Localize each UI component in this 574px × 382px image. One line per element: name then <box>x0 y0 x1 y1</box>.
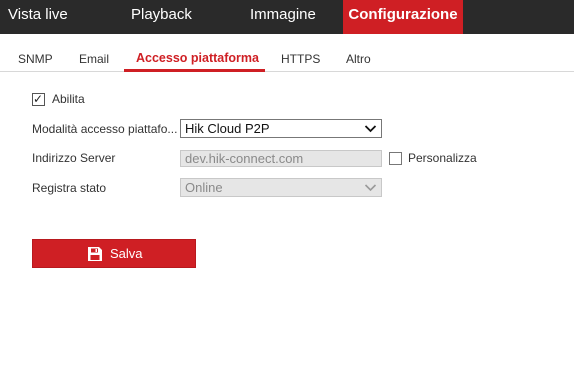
register-status-label: Registra stato <box>32 181 107 195</box>
customize-label: Personalizza <box>408 151 477 165</box>
active-tab-indicator <box>124 69 265 72</box>
access-mode-select[interactable]: Hik Cloud P2P <box>180 119 382 138</box>
save-button-label: Salva <box>110 246 143 261</box>
tab-accesso-piattaforma[interactable]: Accesso piattaforma <box>136 51 259 65</box>
register-status-select: Online <box>180 178 382 197</box>
tab-email[interactable]: Email <box>79 52 109 66</box>
nav-configurazione[interactable]: Configurazione <box>343 0 463 34</box>
chevron-down-icon <box>364 125 377 133</box>
server-address-field: dev.hik-connect.com <box>180 150 382 167</box>
nav-vista-live[interactable]: Vista live <box>8 0 68 34</box>
enable-label: Abilita <box>52 92 85 106</box>
checkmark-icon: ✓ <box>33 92 44 106</box>
tab-https[interactable]: HTTPS <box>281 52 320 66</box>
chevron-down-icon <box>364 184 377 192</box>
subtab-bar: SNMP Email Accesso piattaforma HTTPS Alt… <box>0 34 574 72</box>
access-mode-value: Hik Cloud P2P <box>185 121 270 136</box>
server-address-value: dev.hik-connect.com <box>185 151 304 166</box>
server-address-label: Indirizzo Server <box>32 151 116 165</box>
register-status-value: Online <box>185 180 223 195</box>
top-navigation-bar: Vista live Playback Immagine Configurazi… <box>0 0 574 34</box>
enable-checkbox[interactable]: ✓ <box>32 92 45 106</box>
save-icon <box>88 247 102 261</box>
save-button[interactable]: Salva <box>32 239 196 268</box>
tab-snmp[interactable]: SNMP <box>18 52 53 66</box>
customize-checkbox[interactable] <box>389 152 402 165</box>
tab-altro[interactable]: Altro <box>346 52 371 66</box>
nav-playback[interactable]: Playback <box>131 0 192 34</box>
nav-immagine[interactable]: Immagine <box>250 0 316 34</box>
access-mode-label: Modalità accesso piattafo... <box>32 122 178 136</box>
